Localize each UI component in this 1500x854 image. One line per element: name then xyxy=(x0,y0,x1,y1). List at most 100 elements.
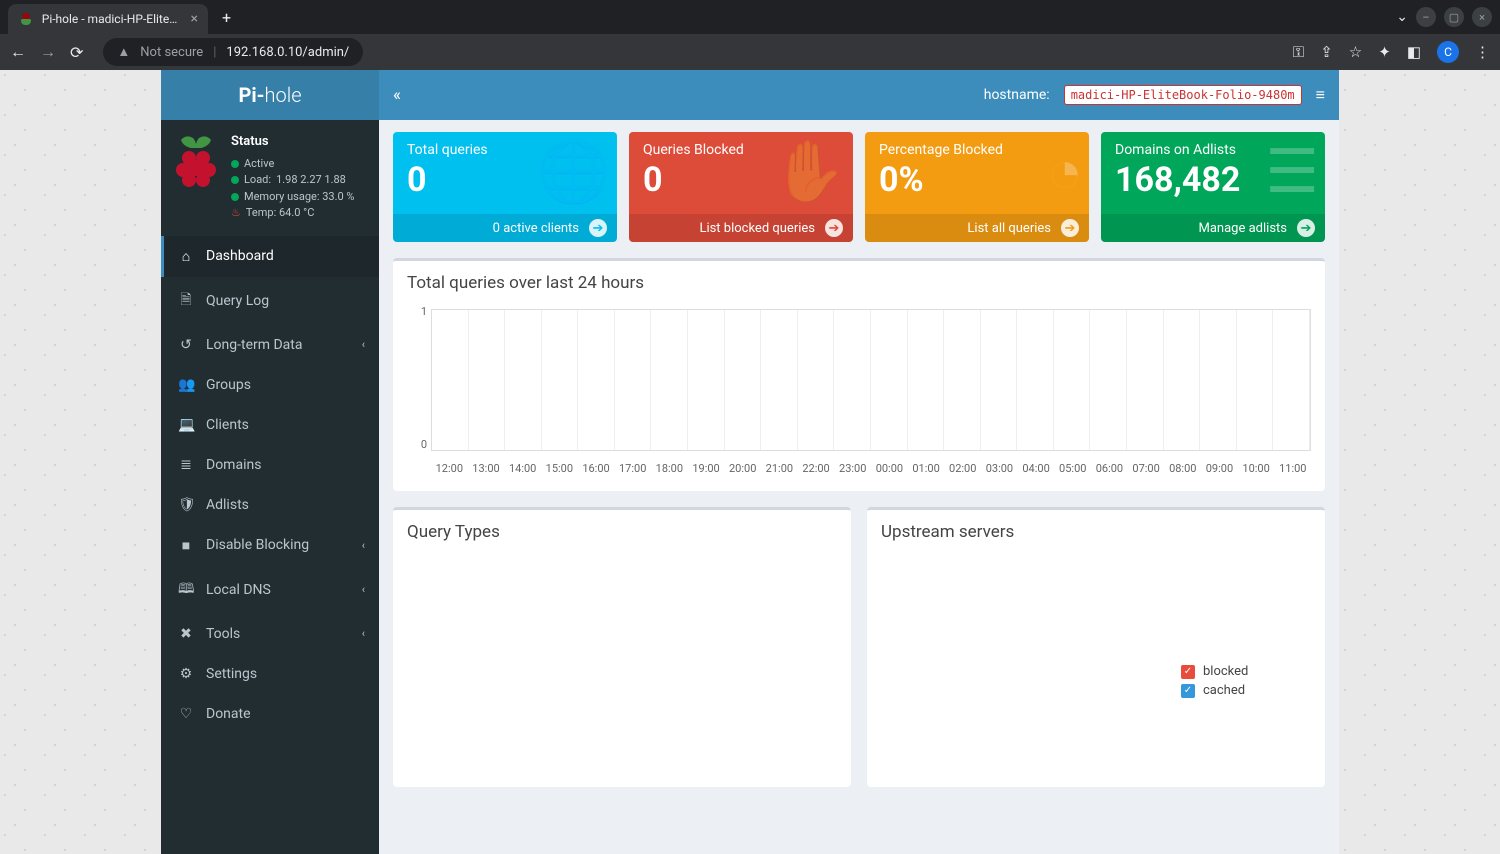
chevron-down-icon[interactable]: ⌄ xyxy=(1396,9,1408,25)
browser-toolbar: ← → ⟳ ▲ Not secure | 192.168.0.10/admin/… xyxy=(0,34,1500,70)
legend-item-cached[interactable]: ✓cached xyxy=(1181,683,1311,698)
globe-icon: 🌐 xyxy=(536,136,611,207)
file-icon: 🗎 xyxy=(178,289,194,313)
browser-tab-strip: Pi-hole - madici-HP-EliteB… × + ⌄ – ▢ × xyxy=(0,0,1500,34)
collapse-sidebar-icon[interactable]: « xyxy=(393,85,401,105)
hand-icon: ✋ xyxy=(772,136,847,207)
arrow-right-icon: ➔ xyxy=(1297,219,1315,237)
status-memory: Memory usage: 33.0 % xyxy=(244,189,354,206)
nav-dashboard[interactable]: ⌂Dashboard xyxy=(161,236,379,277)
tab-title: Pi-hole - madici-HP-EliteB… xyxy=(42,12,183,26)
stat-percent-blocked[interactable]: Percentage Blocked 0% ◔ List all queries… xyxy=(865,132,1089,242)
minimize-button[interactable]: – xyxy=(1416,7,1436,27)
status-active: Active xyxy=(244,156,274,173)
security-label: Not secure xyxy=(140,45,203,60)
page-viewport: Pi-hole « hostname: madici-HP-EliteBook-… xyxy=(0,70,1500,854)
temp-fire-icon: ♨ xyxy=(231,205,241,222)
forward-button[interactable]: → xyxy=(40,42,56,62)
pie-chart-icon: ◔ xyxy=(1047,136,1083,207)
nav-long-term[interactable]: ↺Long-term Data‹ xyxy=(161,325,379,365)
status-panel: Status Active Load: 1.98 2.27 1.88 Memory… xyxy=(161,120,379,236)
raspberry-logo-icon xyxy=(171,132,221,192)
home-icon: ⌂ xyxy=(178,248,194,265)
hostname-label: hostname: xyxy=(984,87,1050,103)
arrow-right-icon: ➔ xyxy=(589,219,607,237)
panel-title: Query Types xyxy=(393,510,851,554)
status-load-label: Load: xyxy=(244,172,271,189)
pihole-favicon xyxy=(18,11,34,27)
url-text: 192.168.0.10/admin/ xyxy=(226,45,349,60)
nav-clients[interactable]: 💻Clients xyxy=(161,405,379,445)
load-dot-icon xyxy=(231,176,239,184)
stat-domains-adlists[interactable]: Domains on Adlists 168,482 ☰ Manage adli… xyxy=(1101,132,1325,242)
topbar: « hostname: madici-HP-EliteBook-Folio-94… xyxy=(379,70,1339,120)
sidepanel-icon[interactable]: ◧ xyxy=(1407,43,1421,61)
stat-total-queries[interactable]: Total queries 0 🌐 0 active clients➔ xyxy=(393,132,617,242)
panel-title: Upstream servers xyxy=(867,510,1325,554)
nav-domains[interactable]: ≣Domains xyxy=(161,445,379,485)
maximize-button[interactable]: ▢ xyxy=(1444,7,1464,27)
memory-dot-icon xyxy=(231,193,239,201)
chevron-left-icon: ‹ xyxy=(362,627,365,640)
status-title: Status xyxy=(231,132,354,152)
close-window-button[interactable]: × xyxy=(1472,7,1492,27)
panel-upstream-servers: Upstream servers ✓blocked ✓cached xyxy=(867,507,1325,787)
laptop-icon: 💻 xyxy=(178,417,194,433)
panel-title: Total queries over last 24 hours xyxy=(393,261,1325,305)
panel-total-queries-chart: Total queries over last 24 hours 10 12:0… xyxy=(393,258,1325,491)
app-header: Pi-hole « hostname: madici-HP-EliteBook-… xyxy=(161,70,1339,120)
arrow-right-icon: ➔ xyxy=(825,219,843,237)
reload-button[interactable]: ⟳ xyxy=(70,43,83,62)
nav-adlists[interactable]: 🛡Adlists xyxy=(161,485,379,525)
tools-icon: ✖ xyxy=(178,626,194,642)
nav-disable-blocking[interactable]: ■Disable Blocking‹ xyxy=(161,525,379,566)
users-icon: 👥 xyxy=(178,377,194,393)
chevron-left-icon: ‹ xyxy=(362,338,365,351)
gear-icon: ⚙ xyxy=(178,666,194,682)
address-bar[interactable]: ▲ Not secure | 192.168.0.10/admin/ xyxy=(103,38,363,66)
status-load: 1.98 2.27 1.88 xyxy=(276,172,346,189)
kebab-menu-icon[interactable]: ⋮ xyxy=(1475,43,1490,61)
upstream-legend: ✓blocked ✓cached xyxy=(1181,664,1311,698)
panel-query-types: Query Types xyxy=(393,507,851,787)
chevron-left-icon: ‹ xyxy=(362,583,365,596)
back-button[interactable]: ← xyxy=(10,42,26,62)
not-secure-icon: ▲ xyxy=(117,44,130,60)
stat-row: Total queries 0 🌐 0 active clients➔ Quer… xyxy=(393,132,1325,242)
queries-chart: 10 12:0013:0014:0015:0016:0017:0018:0019… xyxy=(407,305,1311,475)
legend-swatch-icon: ✓ xyxy=(1181,684,1195,698)
extensions-icon[interactable]: ✦ xyxy=(1378,43,1391,61)
list-alt-icon: ☰ xyxy=(1265,136,1319,207)
active-dot-icon xyxy=(231,160,239,168)
nav-donate[interactable]: ♡Donate xyxy=(161,694,379,734)
nav-list: ⌂Dashboard 🗎Query Log ↺Long-term Data‹ 👥… xyxy=(161,236,379,734)
legend-swatch-icon: ✓ xyxy=(1181,665,1195,679)
pihole-app: Pi-hole « hostname: madici-HP-EliteBook-… xyxy=(161,70,1339,854)
stop-icon: ■ xyxy=(178,537,194,554)
hostname-value: madici-HP-EliteBook-Folio-9480m xyxy=(1064,85,1302,105)
logo[interactable]: Pi-hole xyxy=(161,70,379,120)
nav-query-log[interactable]: 🗎Query Log xyxy=(161,277,379,325)
stat-queries-blocked[interactable]: Queries Blocked 0 ✋ List blocked queries… xyxy=(629,132,853,242)
new-tab-button[interactable]: + xyxy=(222,8,231,27)
nav-settings[interactable]: ⚙Settings xyxy=(161,654,379,694)
nav-groups[interactable]: 👥Groups xyxy=(161,365,379,405)
share-icon[interactable]: ⇪ xyxy=(1320,43,1333,61)
browser-tab[interactable]: Pi-hole - madici-HP-EliteB… × xyxy=(8,4,208,34)
key-icon[interactable]: ⚿ xyxy=(1293,43,1304,61)
history-icon: ↺ xyxy=(178,337,194,353)
nav-tools[interactable]: ✖Tools‹ xyxy=(161,614,379,654)
legend-item-blocked[interactable]: ✓blocked xyxy=(1181,664,1311,679)
list-icon: ≣ xyxy=(178,457,194,473)
chevron-left-icon: ‹ xyxy=(362,539,365,552)
hamburger-icon[interactable]: ≡ xyxy=(1316,85,1325,105)
bookmark-icon[interactable]: ☆ xyxy=(1349,43,1362,61)
window-controls: ⌄ – ▢ × xyxy=(1396,7,1492,27)
close-tab-icon[interactable]: × xyxy=(191,11,198,27)
status-temp: Temp: 64.0 °C xyxy=(246,205,315,222)
book-icon: 🕮 xyxy=(178,578,194,602)
nav-local-dns[interactable]: 🕮Local DNS‹ xyxy=(161,566,379,614)
profile-avatar[interactable]: C xyxy=(1437,41,1459,63)
arrow-right-icon: ➔ xyxy=(1061,219,1079,237)
donate-icon: ♡ xyxy=(178,706,194,722)
